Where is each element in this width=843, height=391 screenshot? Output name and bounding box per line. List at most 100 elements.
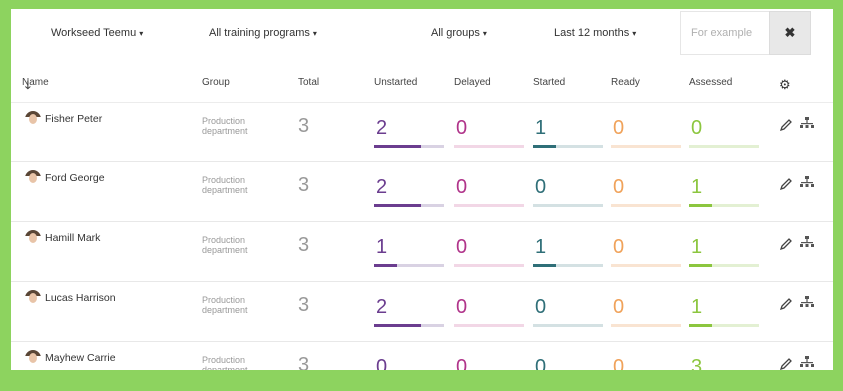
- table-row: Hamill Mark Production department 3 1 0 …: [11, 222, 833, 282]
- delayed-progress-track: [454, 264, 524, 267]
- caret-down-icon: ▾: [139, 29, 144, 38]
- unstarted-progress-track: [374, 324, 444, 327]
- groups-dropdown[interactable]: All groups ▾: [431, 27, 487, 39]
- delayed-stat[interactable]: 0: [454, 236, 524, 268]
- org-chart-icon[interactable]: [800, 236, 814, 250]
- assessed-stat[interactable]: 1: [689, 296, 759, 328]
- table-row: Ford George Production department 3 2 0 …: [11, 162, 833, 222]
- gear-icon[interactable]: ⚙: [779, 77, 791, 93]
- started-stat[interactable]: 0: [533, 356, 603, 370]
- unstarted-stat[interactable]: 1: [374, 236, 444, 268]
- unstarted-stat[interactable]: 2: [374, 176, 444, 208]
- unstarted-stat[interactable]: 2: [374, 296, 444, 328]
- ready-stat[interactable]: 0: [611, 176, 681, 208]
- pencil-icon[interactable]: [779, 237, 793, 251]
- total-column-header: Total: [298, 77, 320, 88]
- delayed-count: 0: [456, 117, 468, 139]
- training-status-panel: Workseed Teemu ▾ All training programs ▾ A…: [11, 9, 833, 370]
- assessed-count: 1: [691, 236, 703, 258]
- total-count: 3: [298, 115, 310, 137]
- ready-progress-track: [611, 264, 681, 267]
- org-chart-icon[interactable]: [800, 356, 814, 370]
- started-stat[interactable]: 1: [533, 117, 603, 149]
- started-stat[interactable]: 0: [533, 176, 603, 208]
- employee-name[interactable]: Fisher Peter: [45, 113, 102, 125]
- assessed-progress-track: [689, 264, 759, 267]
- ready-count: 0: [613, 236, 625, 258]
- workseed-dropdown[interactable]: Workseed Teemu ▾: [51, 27, 143, 39]
- unstarted-stat[interactable]: 0: [374, 356, 444, 370]
- org-chart-icon[interactable]: [800, 176, 814, 190]
- clear-search-button[interactable]: ✖: [769, 11, 811, 55]
- unstarted-progress-fill: [374, 145, 421, 148]
- assessed-stat[interactable]: 1: [689, 176, 759, 208]
- pencil-icon[interactable]: [779, 177, 793, 191]
- close-icon: ✖: [784, 25, 796, 40]
- ready-stat[interactable]: 0: [611, 236, 681, 268]
- pencil-icon[interactable]: [779, 118, 793, 132]
- unstarted-stat[interactable]: 2: [374, 117, 444, 149]
- table-header: Name 🡓 Group Total Unstarted Delayed Star…: [11, 77, 833, 97]
- delayed-stat[interactable]: 0: [454, 356, 524, 370]
- ready-progress-track: [611, 324, 681, 327]
- started-progress-track: [533, 264, 603, 267]
- unstarted-progress-fill: [374, 204, 421, 207]
- ready-stat[interactable]: 0: [611, 356, 681, 370]
- assessed-stat[interactable]: 3: [689, 356, 759, 370]
- employee-name[interactable]: Mayhew Carrie: [45, 352, 116, 364]
- started-progress-fill: [533, 145, 557, 148]
- assessed-stat[interactable]: 1: [689, 236, 759, 268]
- caret-down-icon: ▾: [632, 29, 637, 38]
- ready-progress-track: [611, 145, 681, 148]
- programs-dropdown[interactable]: All training programs ▾: [209, 27, 317, 39]
- started-column-header: Started: [533, 77, 566, 88]
- delayed-stat[interactable]: 0: [454, 117, 524, 149]
- ready-count: 0: [613, 117, 625, 139]
- started-count: 0: [535, 356, 547, 370]
- started-progress-fill: [533, 264, 557, 267]
- employee-name[interactable]: Hamill Mark: [45, 232, 100, 244]
- org-chart-icon[interactable]: [800, 117, 814, 131]
- search-input[interactable]: [680, 11, 770, 55]
- ready-stat[interactable]: 0: [611, 117, 681, 149]
- assessed-progress-track: [689, 204, 759, 207]
- ready-progress-track: [611, 204, 681, 207]
- delayed-stat[interactable]: 0: [454, 296, 524, 328]
- assessed-progress-track: [689, 145, 759, 148]
- started-stat[interactable]: 1: [533, 236, 603, 268]
- total-count: 3: [298, 234, 310, 256]
- period-dropdown[interactable]: Last 12 months ▾: [554, 27, 636, 39]
- ready-stat[interactable]: 0: [611, 296, 681, 328]
- unstarted-column-header: Unstarted: [374, 77, 418, 88]
- delayed-stat[interactable]: 0: [454, 176, 524, 208]
- unstarted-progress-track: [374, 204, 444, 207]
- avatar: [25, 111, 41, 127]
- employee-name[interactable]: Ford George: [45, 172, 105, 184]
- started-count: 1: [535, 117, 547, 139]
- assessed-stat[interactable]: 0: [689, 117, 759, 149]
- started-progress-track: [533, 204, 603, 207]
- group-column-header: Group: [202, 77, 230, 88]
- ready-count: 0: [613, 296, 625, 318]
- total-count: 3: [298, 294, 310, 316]
- ready-column-header: Ready: [611, 77, 640, 88]
- employee-name[interactable]: Lucas Harrison: [45, 292, 116, 304]
- employee-group: Production department: [202, 175, 248, 195]
- org-chart-icon[interactable]: [800, 296, 814, 310]
- ready-count: 0: [613, 176, 625, 198]
- avatar: [25, 170, 41, 186]
- employee-table-body: Fisher Peter Production department 3 2 0…: [11, 102, 833, 370]
- started-stat[interactable]: 0: [533, 296, 603, 328]
- started-count: 0: [535, 296, 547, 318]
- delayed-count: 0: [456, 356, 468, 370]
- started-count: 1: [535, 236, 547, 258]
- delayed-count: 0: [456, 176, 468, 198]
- ready-count: 0: [613, 356, 625, 370]
- assessed-progress-fill: [689, 204, 713, 207]
- employee-group: Production department: [202, 116, 248, 136]
- assessed-count: 1: [691, 176, 703, 198]
- table-row: Lucas Harrison Production department 3 2…: [11, 282, 833, 342]
- pencil-icon[interactable]: [779, 357, 793, 370]
- pencil-icon[interactable]: [779, 297, 793, 311]
- table-row: Fisher Peter Production department 3 2 0…: [11, 102, 833, 162]
